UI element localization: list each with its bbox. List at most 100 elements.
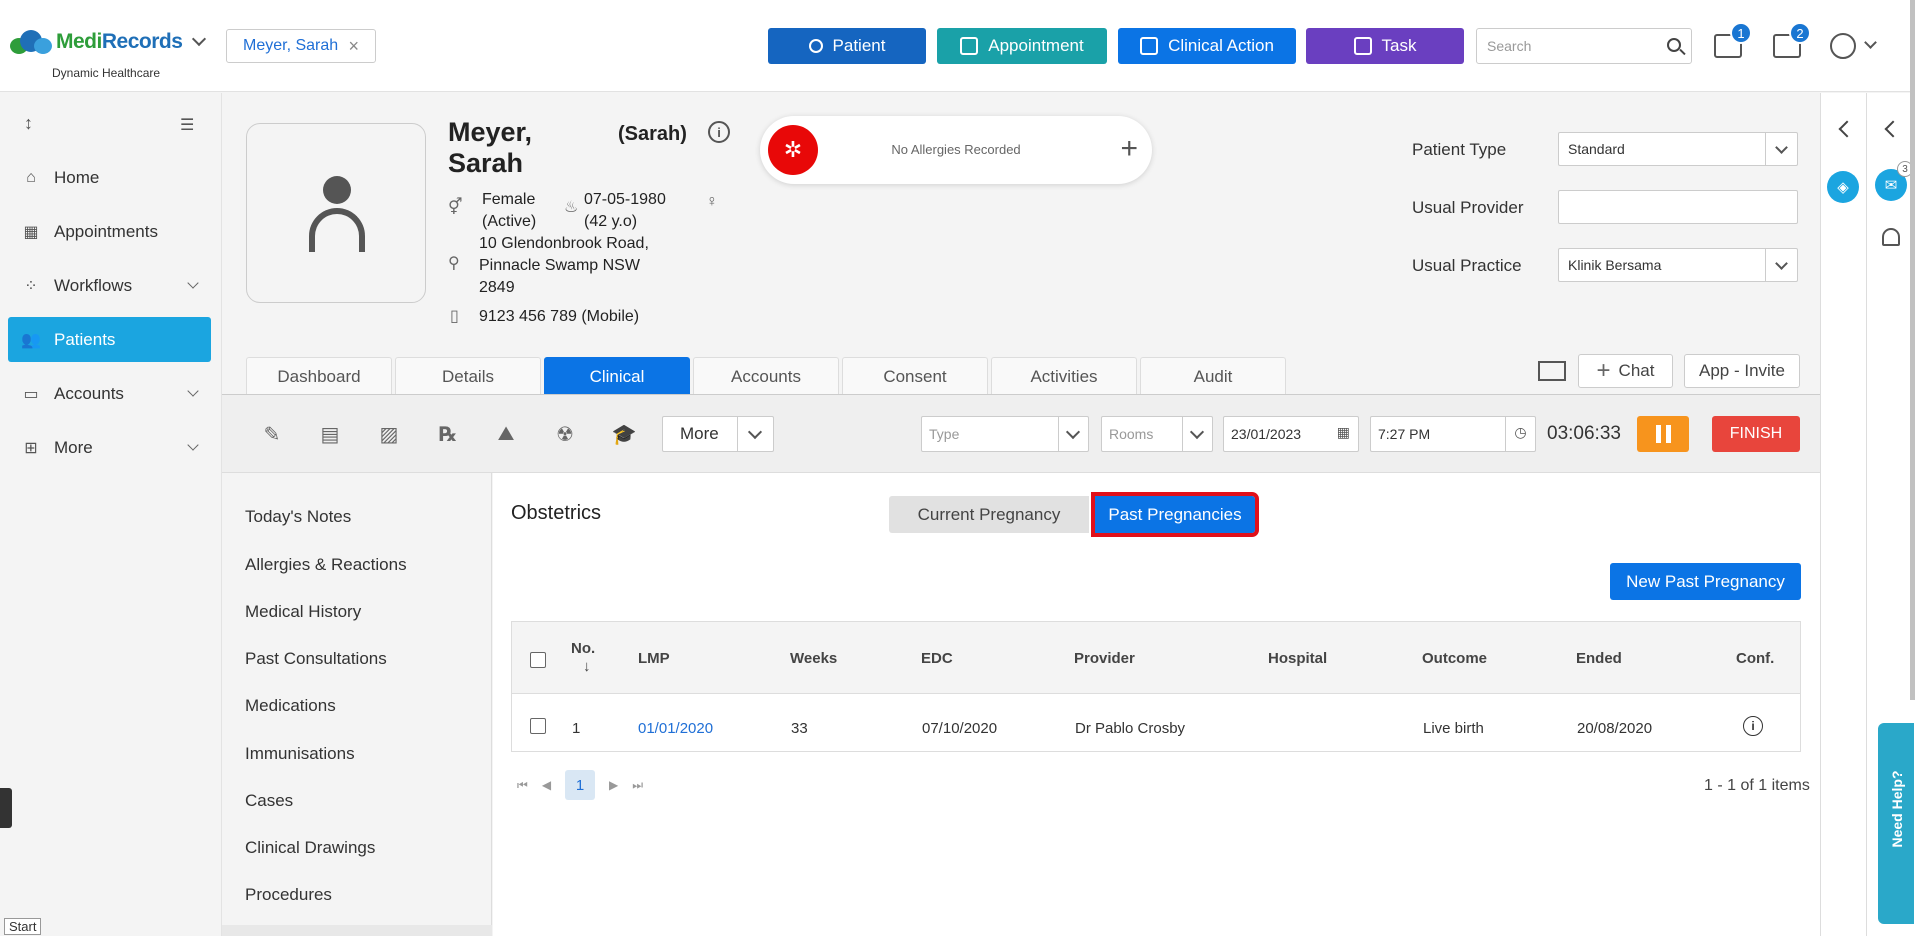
chat-icon[interactable]: ✉ 3 [1875, 161, 1913, 201]
pause-button[interactable] [1637, 416, 1689, 452]
chevron-left-icon[interactable] [1838, 120, 1856, 138]
close-icon[interactable]: × [348, 36, 359, 57]
calendar-icon[interactable]: ▦ [1337, 424, 1350, 441]
home-icon: ⌂ [26, 168, 36, 186]
app-logo[interactable]: MediRecords [8, 28, 207, 56]
cell-lmp-link[interactable]: 01/01/2020 [638, 720, 713, 737]
bell-icon[interactable] [1882, 228, 1900, 246]
new-past-pregnancy-button[interactable]: New Past Pregnancy [1610, 563, 1801, 600]
obstetrics-panel: Obstetrics Current Pregnancy Past Pregna… [493, 473, 1820, 936]
tab-activities[interactable]: Activities [991, 357, 1137, 395]
resize-vertical-icon[interactable]: ↕ [24, 113, 33, 134]
need-help-button[interactable]: Need Help? [1878, 723, 1914, 924]
new-appointment-button[interactable]: Appointment [937, 28, 1107, 64]
date-input[interactable]: 23/01/2023 ▦ [1223, 416, 1359, 452]
column-hospital[interactable]: Hospital [1268, 650, 1327, 667]
page-number[interactable]: 1 [565, 770, 596, 800]
tab-accounts[interactable]: Accounts [693, 357, 839, 395]
sidebar-item-patients[interactable]: 👥 Patients [8, 317, 211, 362]
tab-clinical[interactable]: Clinical [544, 357, 690, 395]
clinical-nav-procedures[interactable]: Procedures [245, 885, 332, 905]
chevron-down-icon[interactable] [737, 417, 773, 451]
select-all-checkbox[interactable] [530, 652, 546, 668]
tab-audit[interactable]: Audit [1140, 357, 1286, 395]
last-page-icon[interactable]: ⏭ [632, 778, 643, 793]
clinical-nav-medications[interactable]: Medications [245, 696, 336, 716]
tab-consent[interactable]: Consent [842, 357, 988, 395]
chevron-down-icon[interactable] [1058, 417, 1088, 451]
add-allergy-button[interactable]: + [1120, 132, 1138, 166]
first-page-icon[interactable]: ⏮ [517, 778, 528, 793]
pathology-icon[interactable]: ⛰ [494, 422, 518, 446]
clinical-nav-immunisations[interactable]: Immunisations [245, 744, 355, 764]
chevron-down-icon[interactable] [1182, 417, 1212, 451]
document-icon[interactable]: ▤ [318, 422, 342, 446]
sidebar-item-more[interactable]: ⊞ More [8, 425, 211, 470]
usual-provider-input[interactable] [1558, 190, 1798, 224]
time-input[interactable]: 7:27 PM ◷ [1370, 416, 1536, 452]
chevron-down-icon[interactable] [1765, 249, 1797, 281]
column-ended[interactable]: Ended [1576, 650, 1622, 667]
search-icon[interactable] [1667, 38, 1681, 52]
clinical-nav-clinical-drawings[interactable]: Clinical Drawings [245, 838, 375, 858]
column-edc[interactable]: EDC [921, 650, 953, 667]
sidebar-item-workflows[interactable]: ⁘ Workflows [8, 263, 211, 308]
edit-note-icon[interactable]: ✎ [260, 422, 284, 446]
new-patient-button[interactable]: Patient [768, 28, 926, 64]
sidebar-item-home[interactable]: ⌂ Home [8, 155, 211, 200]
radiology-icon[interactable]: ☢ [553, 422, 577, 446]
app-invite-button[interactable]: App - Invite [1684, 354, 1800, 388]
education-icon[interactable]: 🎓 [612, 422, 637, 446]
clinical-nav-cases[interactable]: Cases [245, 791, 293, 811]
row-checkbox[interactable] [530, 718, 546, 734]
open-patient-tab[interactable]: Meyer, Sarah × [226, 29, 376, 63]
user-account-icon[interactable] [1830, 33, 1856, 59]
clinical-nav-todays-notes[interactable]: Today's Notes [245, 507, 351, 527]
clock-icon[interactable]: ◷ [1505, 417, 1535, 451]
rooms-select[interactable]: Rooms [1101, 416, 1213, 452]
sidebar-item-appointments[interactable]: ▦ Appointments [8, 209, 211, 254]
prescription-icon[interactable]: ℞ [436, 422, 460, 446]
clinical-nav-allergies[interactable]: Allergies & Reactions [245, 555, 407, 575]
envelope-icon[interactable] [1538, 361, 1566, 381]
column-lmp[interactable]: LMP [638, 650, 670, 667]
chevron-down-icon[interactable] [1864, 36, 1877, 49]
chevron-down-icon[interactable] [1765, 133, 1797, 165]
tab-details[interactable]: Details [395, 357, 541, 395]
clinical-nav-medical-history[interactable]: Medical History [245, 602, 361, 622]
tab-current-pregnancy[interactable]: Current Pregnancy [889, 496, 1089, 533]
finish-button[interactable]: FINISH [1712, 416, 1800, 452]
tag-icon[interactable]: ◈ [1827, 171, 1859, 203]
patient-avatar[interactable] [246, 123, 426, 303]
prev-page-icon[interactable]: ◀ [542, 778, 551, 792]
more-dropdown[interactable]: More [662, 416, 774, 452]
chat-button[interactable]: + Chat [1578, 354, 1673, 388]
sidebar-item-accounts[interactable]: ▭ Accounts [8, 371, 211, 416]
clinical-nav-past-consultations[interactable]: Past Consultations [245, 649, 387, 669]
left-edge-tab[interactable] [0, 788, 12, 828]
column-weeks[interactable]: Weeks [790, 650, 837, 667]
column-conf[interactable]: Conf. [1736, 650, 1774, 667]
chevron-down-icon[interactable] [192, 31, 207, 47]
clinical-action-button[interactable]: Clinical Action [1118, 28, 1296, 64]
report-icon[interactable]: ▨ [377, 422, 401, 446]
usual-practice-select[interactable]: Klinik Bersama [1558, 248, 1798, 282]
sort-arrow-icon[interactable]: ↓ [583, 658, 591, 675]
info-icon[interactable]: i [1743, 716, 1763, 736]
column-no[interactable]: No. [571, 640, 595, 657]
new-task-button[interactable]: Task [1306, 28, 1464, 64]
column-outcome[interactable]: Outcome [1422, 650, 1487, 667]
search-input[interactable]: Search [1476, 28, 1692, 64]
scrollbar[interactable] [1910, 0, 1915, 700]
mail-icon[interactable]: 1 [1714, 22, 1752, 58]
type-select[interactable]: Type [921, 416, 1089, 452]
collapse-sidebar-icon[interactable]: ☰ [180, 115, 194, 135]
chevron-left-icon[interactable] [1884, 120, 1902, 138]
column-provider[interactable]: Provider [1074, 650, 1135, 667]
tab-past-pregnancies[interactable]: Past Pregnancies [1091, 492, 1259, 537]
patient-type-select[interactable]: Standard [1558, 132, 1798, 166]
tab-dashboard[interactable]: Dashboard [246, 357, 392, 395]
info-icon[interactable]: i [708, 121, 730, 143]
calendar-check-icon[interactable]: 2 [1773, 22, 1811, 58]
next-page-icon[interactable]: ▶ [609, 778, 618, 792]
